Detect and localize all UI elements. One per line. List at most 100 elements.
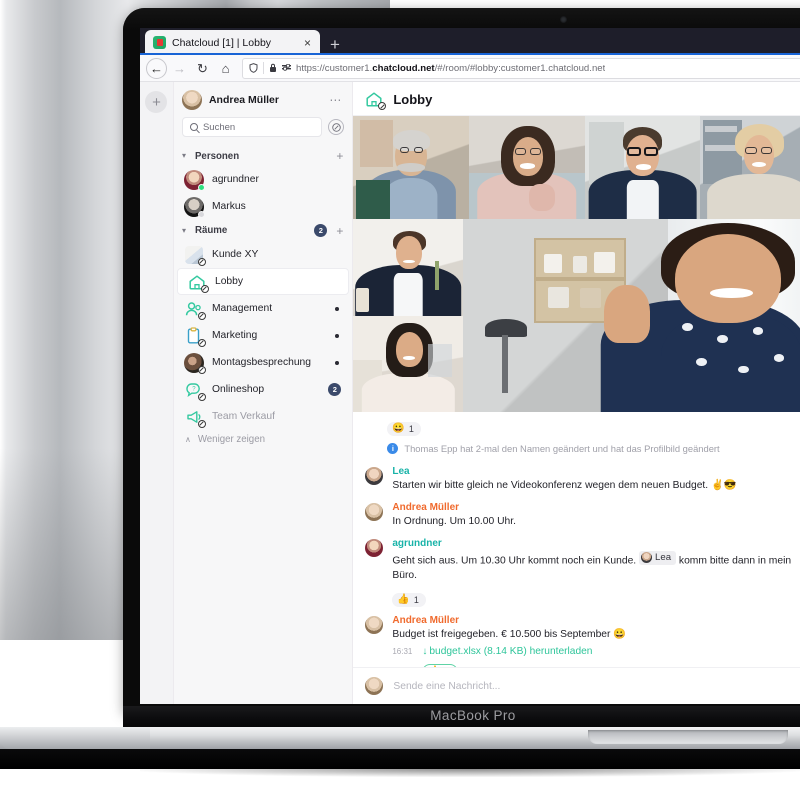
avatar[interactable] xyxy=(365,502,384,521)
mention-label: Lea xyxy=(655,551,672,563)
message-author[interactable]: Lea xyxy=(392,466,800,477)
message-list: 😀 1 i Thomas Epp hat 2-mal den Namen geä… xyxy=(353,116,800,667)
sidebar-item-kunde-xy[interactable]: Kunde XY xyxy=(175,241,351,268)
sidebar-item-montagsbesprechung[interactable]: Montagsbesprechung xyxy=(175,349,351,376)
reaction-badge[interactable]: 😀 1 xyxy=(387,422,421,436)
room-team-verkauf-icon xyxy=(184,407,206,428)
unread-dot xyxy=(335,306,340,311)
home-icon[interactable]: ⌂ xyxy=(215,58,236,79)
attachment-download-link[interactable]: ↓ budget.xlsx (8.14 KB) herunterladen xyxy=(422,646,592,657)
webcam-icon xyxy=(560,16,567,23)
browser-window: Chatcloud [1] | Lobby × + ← → ↻ ⌂ https:… xyxy=(140,28,800,704)
reaction-count: 1 xyxy=(413,595,419,606)
video-tile-participant-3[interactable] xyxy=(584,116,701,219)
message-author[interactable]: agrundner xyxy=(392,538,800,549)
reaction-badge[interactable]: 👍 1 xyxy=(392,593,426,608)
message-author[interactable]: Andrea Müller xyxy=(392,615,800,626)
workspace-rail: + xyxy=(140,82,174,704)
group-unread-badge: 2 xyxy=(314,224,328,237)
sidebar-item-management[interactable]: Management xyxy=(175,295,351,322)
sidebar-item-label: Team Verkauf xyxy=(211,411,275,422)
video-tile-participant-5[interactable] xyxy=(353,219,464,316)
back-icon[interactable]: ← xyxy=(146,57,167,79)
reaction-badge[interactable]: 👍 1 xyxy=(422,664,458,667)
lock-icon[interactable] xyxy=(269,63,277,73)
laptop-mockup: Chatcloud [1] | Lobby × + ← → ↻ ⌂ https:… xyxy=(0,0,800,799)
avatar xyxy=(181,90,202,110)
message-andrea-1: Andrea Müller In Ordnung. Um 10.00 Uhr. xyxy=(353,497,800,533)
svg-text:?: ? xyxy=(192,386,196,392)
avatar xyxy=(365,677,384,695)
add-person-button[interactable]: + xyxy=(336,150,343,162)
sidebar-list: ▾ Personen + agrundner Markus ▾ Räume 2 … xyxy=(174,146,352,704)
sidebar-item-agrundner[interactable]: agrundner xyxy=(175,166,351,193)
reaction-count: 1 xyxy=(408,424,414,434)
sidebar-group-raeume[interactable]: ▾ Räume 2 + xyxy=(174,220,352,241)
sidebar-item-marketing[interactable]: Marketing xyxy=(175,322,351,349)
message-text: Starten wir bitte gleich ne Videokonfere… xyxy=(392,480,737,491)
system-message: i Thomas Epp hat 2-mal den Namen geänder… xyxy=(353,438,800,461)
room-montagsbesprechung-icon xyxy=(183,352,206,374)
video-tile-participant-6[interactable] xyxy=(353,315,464,412)
sidebar-item-lobby[interactable]: Lobby xyxy=(176,268,350,295)
room-onlineshop-icon: ? xyxy=(184,380,206,401)
call-reaction-row: 😀 1 xyxy=(353,412,800,438)
sidebar-item-label: Onlineshop xyxy=(211,384,265,395)
system-message-text: Thomas Epp hat 2-mal den Namen geändert … xyxy=(404,443,720,454)
room-kunde-xy-icon xyxy=(184,245,206,266)
shield-icon[interactable] xyxy=(249,63,258,73)
address-bar[interactable]: https://customer1.chatcloud.net/#/room/#… xyxy=(242,57,800,79)
unread-dot xyxy=(335,360,340,365)
add-workspace-button[interactable]: + xyxy=(145,91,168,113)
avatar-markus-icon xyxy=(183,196,205,218)
sidebar-item-markus[interactable]: Markus xyxy=(175,193,351,220)
reload-icon[interactable]: ↻ xyxy=(192,58,213,79)
browser-tabstrip: Chatcloud [1] | Lobby × + xyxy=(140,28,800,55)
download-icon: ↓ xyxy=(422,646,428,658)
avatar[interactable] xyxy=(365,538,384,557)
emoji-icon: 👍 xyxy=(397,594,410,606)
browser-navbar: ← → ↻ ⌂ https://customer1.chatcloud.net/… xyxy=(140,55,800,82)
more-options-icon[interactable]: ⋯ xyxy=(329,94,344,106)
sidebar-item-team-verkauf[interactable]: Team Verkauf xyxy=(175,403,351,430)
sidebar-item-label: Marketing xyxy=(211,330,258,341)
unread-dot xyxy=(335,333,340,338)
new-tab-button[interactable]: + xyxy=(320,36,348,55)
sidebar-item-onlineshop[interactable]: ? Onlineshop 2 xyxy=(175,376,351,403)
permissions-icon[interactable] xyxy=(282,63,291,73)
mention-chip[interactable]: Lea xyxy=(639,550,677,565)
sidebar-item-label: Kunde XY xyxy=(211,249,259,260)
info-icon: i xyxy=(387,443,399,454)
video-tile-participant-4[interactable] xyxy=(700,116,800,219)
video-tile-participant-2[interactable] xyxy=(469,116,585,219)
message-composer[interactable]: Sende eine Nachricht... xyxy=(353,667,800,704)
video-call-grid[interactable] xyxy=(353,116,800,412)
video-tile-participant-speaker[interactable] xyxy=(463,219,800,412)
browser-tab[interactable]: Chatcloud [1] | Lobby × xyxy=(145,30,320,55)
add-room-button[interactable]: + xyxy=(336,225,343,237)
room-unread-badge: 2 xyxy=(328,383,342,396)
search-row: Suchen xyxy=(174,117,352,146)
explore-icon[interactable] xyxy=(328,119,345,135)
room-lobby-icon xyxy=(187,272,209,293)
device-label: MacBook Pro xyxy=(430,708,516,723)
show-less-label: Weniger zeigen xyxy=(197,434,265,445)
chevron-up-icon: ∧ xyxy=(184,435,191,444)
close-icon[interactable]: × xyxy=(302,37,313,49)
search-icon xyxy=(189,123,198,131)
sidebar-user-header[interactable]: Andrea Müller ⋯ xyxy=(174,82,352,117)
avatar[interactable] xyxy=(365,467,384,485)
video-tile-participant-1[interactable] xyxy=(353,116,470,219)
avatar-agrundner-icon xyxy=(183,169,205,191)
message-text: Budget ist freigegeben. € 10.500 bis Sep… xyxy=(392,629,627,641)
message-author[interactable]: Andrea Müller xyxy=(392,502,800,513)
forward-icon[interactable]: → xyxy=(169,58,190,79)
chatcloud-favicon-icon xyxy=(153,36,166,49)
laptop-base-body xyxy=(0,749,800,769)
sidebar-group-personen[interactable]: ▾ Personen + xyxy=(174,146,352,166)
show-less-button[interactable]: ∧ Weniger zeigen xyxy=(174,430,352,453)
chevron-down-icon: ▾ xyxy=(181,151,186,160)
search-input[interactable]: Suchen xyxy=(181,117,323,137)
sidebar-item-label: Montagsbesprechung xyxy=(211,357,312,368)
avatar[interactable] xyxy=(365,616,384,635)
